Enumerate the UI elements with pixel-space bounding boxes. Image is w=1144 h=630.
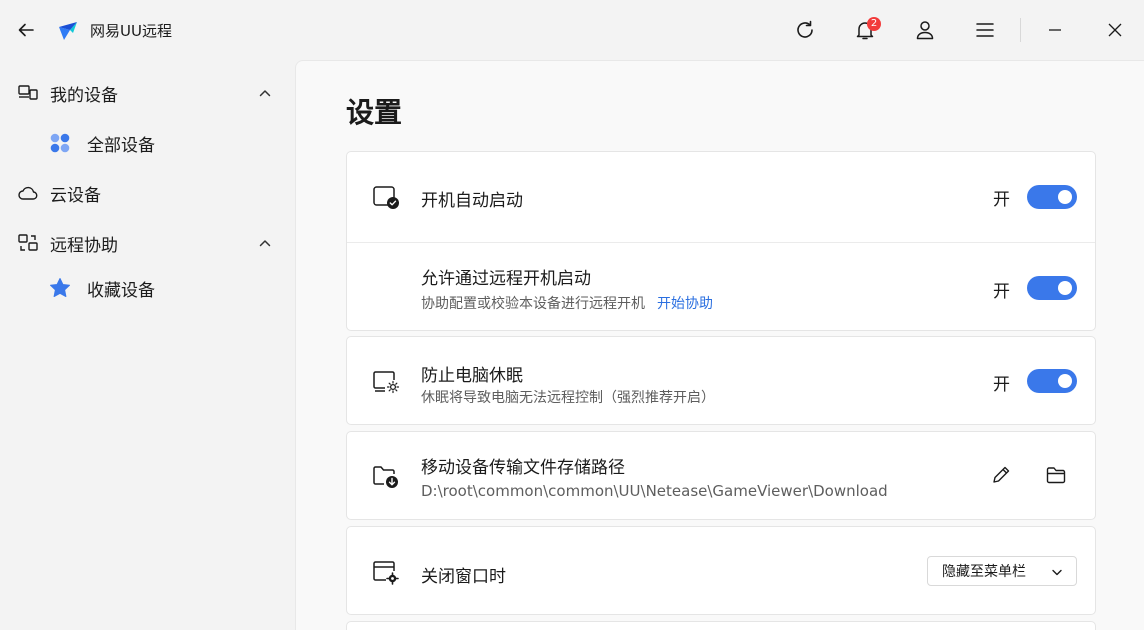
setting-title: 关闭窗口时 [421,567,506,587]
setting-title: 允许通过远程开机启动 [421,269,591,289]
minimize-icon[interactable] [1040,15,1070,45]
back-arrow-icon[interactable] [14,18,38,42]
folder-open-icon[interactable] [1042,461,1070,489]
notification-bell-icon[interactable]: 2 [850,15,881,45]
sidebar: 我的设备 全部设备 云设备 远程协助 收藏设备 [0,60,295,630]
setting-title: 移动设备传输文件存储路径 [421,458,625,478]
remote-assist-icon [16,231,40,255]
sidebar-item-my-devices[interactable]: 我的设备 [0,73,295,113]
notification-badge: 2 [867,17,881,31]
sidebar-item-remote-assist[interactable]: 远程协助 [0,223,295,263]
setting-subtitle: 协助配置或校验本设备进行远程开机 开始协助 [421,296,713,312]
sleep-settings-card: 防止电脑休眠 休眠将导致电脑无法远程控制（强烈推荐开启） 开 [346,336,1096,425]
setting-autostart: 开机自动启动 开 [347,152,1095,242]
setting-subtitle: 休眠将导致电脑无法远程控制（强烈推荐开启） [421,390,715,406]
sidebar-item-all-devices[interactable]: 全部设备 [0,123,295,163]
menu-icon[interactable] [970,15,1000,45]
sidebar-item-label: 远程协助 [50,235,118,256]
close-icon[interactable] [1100,15,1130,45]
edit-pencil-icon[interactable] [987,461,1015,489]
star-icon [48,276,72,300]
title-bar: 网易UU远程 2 [0,0,1144,60]
setting-transfer-path: 移动设备传输文件存储路径 D:\root\common\common\UU\Ne… [347,432,1095,519]
titlebar-divider [1020,18,1021,42]
setting-title: 开机自动启动 [421,191,523,211]
setting-close-window: 关闭窗口时 隐藏至菜单栏 [347,527,1095,614]
transfer-path-value: D:\root\common\common\UU\Netease\GameVie… [421,482,888,500]
dropdown-selected-value: 隐藏至菜单栏 [942,564,1026,580]
folder-download-icon [371,461,401,491]
settings-panel: 设置 开机自动启动 开 允许通过远程开机启动 协助配置或校验本设备进行远程开机开… [295,60,1144,630]
setting-prevent-sleep: 防止电脑休眠 休眠将导致电脑无法远程控制（强烈推荐开启） 开 [347,337,1095,424]
wake-remote-toggle[interactable] [1027,276,1077,300]
toggle-state-label: 开 [993,375,1010,395]
chevron-up-icon[interactable] [256,234,274,252]
window-settings-icon [371,557,401,587]
setting-wake-remote: 允许通过远程开机启动 协助配置或校验本设备进行远程开机 开始协助 开 [347,242,1095,330]
devices-icon [16,81,40,105]
app-logo-icon [56,18,80,42]
startup-settings-card: 开机自动启动 开 允许通过远程开机启动 协助配置或校验本设备进行远程开机 开始协助… [346,151,1096,331]
close-window-card: 关闭窗口时 隐藏至菜单栏 [346,526,1096,615]
prevent-sleep-toggle[interactable] [1027,369,1077,393]
user-icon[interactable] [910,15,940,45]
sidebar-item-label: 收藏设备 [87,280,155,301]
chevron-down-icon [1050,565,1064,579]
toggle-state-label: 开 [993,282,1010,302]
cloud-icon [16,181,40,205]
sidebar-item-cloud-devices[interactable]: 云设备 [0,173,295,213]
sidebar-item-favorite-devices[interactable]: 收藏设备 [0,268,295,308]
autostart-toggle[interactable] [1027,185,1077,209]
app-title: 网易UU远程 [90,22,172,40]
monitor-sun-icon [371,366,401,396]
setting-title: 防止电脑休眠 [421,366,523,386]
close-behavior-dropdown[interactable]: 隐藏至菜单栏 [927,556,1077,586]
chevron-up-icon[interactable] [256,84,274,102]
grid-dots-icon [48,131,72,155]
sidebar-item-label: 全部设备 [87,135,155,156]
sidebar-item-label: 我的设备 [50,85,118,106]
transfer-path-card: 移动设备传输文件存储路径 D:\root\common\common\UU\Ne… [346,431,1096,520]
page-title: 设置 [346,96,403,129]
refresh-icon[interactable] [790,15,820,45]
toggle-state-label: 开 [993,190,1010,210]
sidebar-item-label: 云设备 [50,185,101,206]
monitor-check-icon [371,182,401,212]
next-settings-card [346,621,1096,630]
start-assist-link[interactable]: 开始协助 [657,296,713,312]
